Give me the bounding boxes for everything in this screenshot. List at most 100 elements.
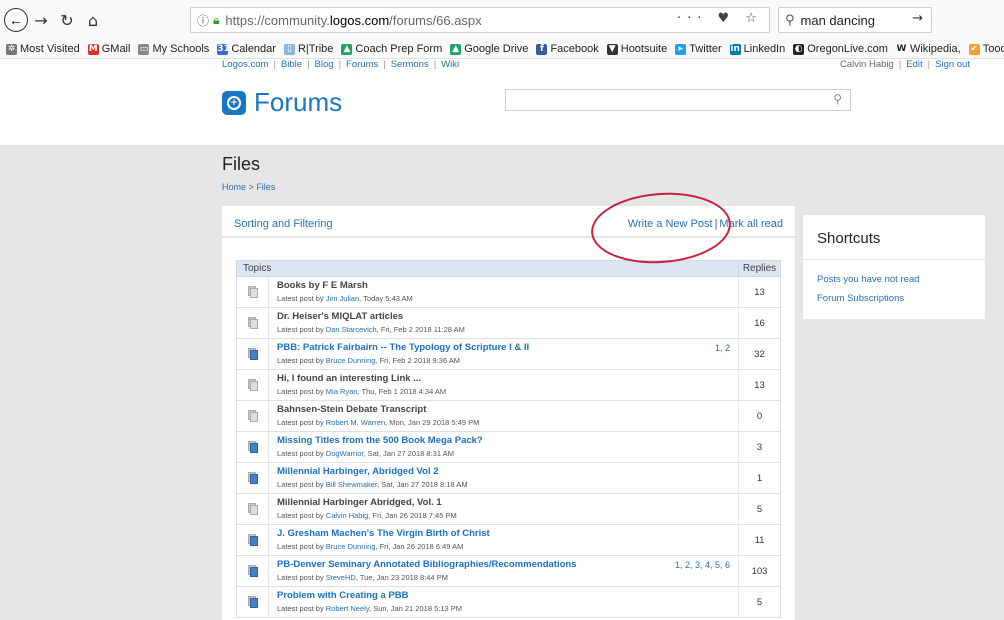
topic-title-link[interactable]: Millennial Harbinger, Abridged Vol 2 <box>277 466 738 477</box>
author-link[interactable]: Bill Shewmaker <box>326 480 377 489</box>
posts-not-read-link[interactable]: Posts you have not read <box>817 274 919 285</box>
topic-title-link[interactable]: Hi, I found an interesting Link ... <box>277 373 738 384</box>
logos-icon: + <box>222 90 246 115</box>
table-row: PB-Denver Seminary Annotated Bibliograph… <box>236 556 781 587</box>
top-nav-link[interactable]: Forums <box>346 59 378 70</box>
col-topics: Topics <box>243 263 272 274</box>
top-nav-link[interactable]: Bible <box>281 59 302 70</box>
topic-title-link[interactable]: J. Gresham Machen's The Virgin Birth of … <box>277 528 738 539</box>
site-search-input[interactable]: ⚲ <box>505 89 851 111</box>
bookmark-item[interactable]: ▯ R|Tribe <box>283 43 333 55</box>
bookmark-item[interactable]: ▭ My Schools <box>138 43 209 55</box>
back-button[interactable]: ← <box>4 8 28 32</box>
author-link[interactable]: Bruce Dunning <box>326 356 376 365</box>
read-topic-icon <box>247 379 258 391</box>
bookmark-item[interactable]: ▲ Google Drive <box>450 43 528 55</box>
bookmark-item[interactable]: ▸ Twitter <box>675 43 722 55</box>
post-date: Fri, Jan 26 2018 6:49 AM <box>379 542 464 551</box>
bookmark-item[interactable]: f Facebook <box>536 43 599 55</box>
author-link[interactable]: DogWarrior <box>326 449 364 458</box>
author-link[interactable]: Calvin Habig <box>326 511 369 520</box>
topic-cell: PBB: Patrick Fairbairn -- The Typology o… <box>269 339 738 369</box>
breadcrumb-home[interactable]: Home <box>222 182 246 192</box>
write-new-post-link[interactable]: Write a New Post <box>628 218 713 230</box>
url-host: logos.com <box>329 12 390 28</box>
sign-out-link[interactable]: Sign out <box>935 59 970 70</box>
url-path: /forums/66.aspx <box>389 12 482 28</box>
more-icon[interactable]: ··· <box>677 11 707 26</box>
topic-title-link[interactable]: PB-Denver Seminary Annotated Bibliograph… <box>277 559 738 570</box>
table-body: Books by F E Marsh Latest post by Jim Jul… <box>236 277 781 618</box>
bookmark-label: Hootsuite <box>620 43 668 55</box>
bookmark-item[interactable]: W Wikipedia, <box>895 43 961 55</box>
bookmark-label: Most Visited <box>20 43 80 55</box>
meta-prefix: Latest post by <box>277 356 324 365</box>
reply-count: 16 <box>738 308 780 338</box>
bookmark-item[interactable]: ✲ Most Visited <box>6 43 80 55</box>
topic-title-link[interactable]: PBB: Patrick Fairbairn -- The Typology o… <box>277 342 738 353</box>
unread-topic-icon <box>247 441 258 453</box>
user-name: Calvin Habig <box>839 59 894 70</box>
author-link[interactable]: Bruce Dunning <box>326 542 376 551</box>
reply-count: 5 <box>738 494 780 524</box>
post-date: Today 5:43 AM <box>363 294 413 303</box>
bookmark-label: Facebook <box>550 43 599 55</box>
topic-title-link[interactable]: Bahnsen-Stein Debate Transcript <box>277 404 738 415</box>
mark-all-read-link[interactable]: Mark all read <box>719 218 783 230</box>
breadcrumb-current[interactable]: Files <box>256 182 275 192</box>
top-nav-link[interactable]: Sermons <box>391 59 429 70</box>
bookmark-icon: ◐ <box>793 43 805 55</box>
topic-page-links[interactable]: 1, 2, 3, 4, 5, 6 <box>675 560 730 570</box>
top-nav-link[interactable]: Blog <box>315 59 334 70</box>
search-go-icon[interactable]: → <box>912 11 923 26</box>
home-button[interactable]: ⌂ <box>80 11 106 30</box>
author-link[interactable]: Mia Ryan <box>326 387 358 396</box>
post-date: Sat, Jan 27 2018 8:31 AM <box>367 449 454 458</box>
bookmark-item[interactable]: 31 Calendar <box>217 43 276 55</box>
top-nav-link[interactable]: Wiki <box>441 59 459 70</box>
author-link[interactable]: Robert M. Warren <box>326 418 385 427</box>
forum-subscriptions-link[interactable]: Forum Subscriptions <box>817 293 904 304</box>
sorting-filtering-link[interactable]: Sorting and Filtering <box>234 218 332 230</box>
author-link[interactable]: Jim Julian <box>326 294 359 303</box>
bookmark-item[interactable]: in LinkedIn <box>729 43 785 55</box>
topic-title-link[interactable]: Dr. Heiser's MIQLAT articles <box>277 311 738 322</box>
url-bar[interactable]: ⓘ 🔒︎ https://community. logos.com/forums/… <box>190 7 770 33</box>
topic-cell: PB-Denver Seminary Annotated Bibliograph… <box>269 556 738 586</box>
browser-search-input[interactable]: ⚲ man dancing → <box>778 7 932 33</box>
pocket-icon[interactable]: ♥︎ <box>718 11 736 26</box>
author-link[interactable]: Dan Starcevich <box>326 325 377 334</box>
bookmark-item[interactable]: M GMail <box>87 43 130 55</box>
search-icon[interactable]: ⚲ <box>833 92 842 106</box>
bookmark-item[interactable]: ✔Toodledo <box>968 43 1004 55</box>
bookmark-item[interactable]: ▼ Hootsuite <box>606 43 668 55</box>
table-row: Problem with Creating a PBB Latest post b… <box>236 587 781 618</box>
topic-title-link[interactable]: Millennial Harbinger Abridged, Vol. 1 <box>277 497 738 508</box>
topic-status-cell <box>237 494 269 524</box>
topic-page-links[interactable]: 1, 2 <box>715 343 730 353</box>
forums-logo[interactable]: + Forums <box>222 87 342 118</box>
topic-title-link[interactable]: Books by F E Marsh <box>277 280 738 291</box>
unread-topic-icon <box>247 348 258 360</box>
topic-meta: Latest post by Robert Neely, Sun, Jan 21… <box>277 604 463 613</box>
topic-title-link[interactable]: Problem with Creating a PBB <box>277 590 738 601</box>
bookmark-item[interactable]: ◐ OregonLive.com <box>793 43 888 55</box>
bookmark-item[interactable]: ▲ Coach Prep Form <box>341 43 442 55</box>
forward-button[interactable]: → <box>28 11 54 30</box>
topic-title-link[interactable]: Missing Titles from the 500 Book Mega Pa… <box>277 435 738 446</box>
edit-link[interactable]: Edit <box>906 59 922 70</box>
star-icon[interactable]: ☆ <box>745 11 763 26</box>
reply-count: 5 <box>738 587 780 617</box>
bookmark-icon: ▲ <box>341 43 353 55</box>
panel-actions: Write a New Post | Mark all read <box>628 218 783 230</box>
top-nav-link[interactable]: Logos.com <box>222 59 268 70</box>
topic-meta: Latest post by SteveHD, Tue, Jan 23 2018… <box>277 573 448 582</box>
reload-button[interactable]: ↻ <box>54 11 80 30</box>
info-icon[interactable]: ⓘ <box>197 12 209 29</box>
topic-cell: Bahnsen-Stein Debate Transcript Latest po… <box>269 401 738 431</box>
reply-count: 11 <box>738 525 780 555</box>
reply-count: 1 <box>738 463 780 493</box>
author-link[interactable]: SteveHD <box>326 573 356 582</box>
action-separator: | <box>714 218 718 230</box>
author-link[interactable]: Robert Neely <box>326 604 369 613</box>
